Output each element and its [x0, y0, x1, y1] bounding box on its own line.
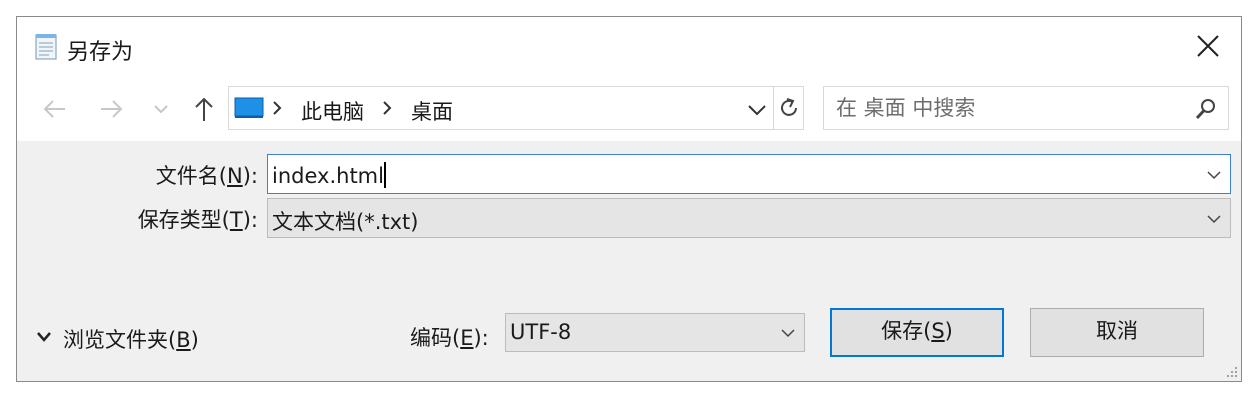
filetype-value: 文本文档(*.txt) — [272, 210, 419, 234]
chevron-right-icon[interactable] — [379, 99, 395, 117]
breadcrumb-this-pc[interactable]: 此电脑 — [301, 96, 364, 126]
encoding-value: UTF-8 — [510, 320, 572, 344]
arrow-right-icon[interactable] — [97, 95, 127, 123]
filename-value[interactable]: index.html — [272, 162, 386, 188]
title-bar: 另存为 — [17, 17, 1241, 77]
refresh-button[interactable] — [773, 87, 804, 129]
computer-icon — [234, 97, 264, 118]
arrow-left-icon[interactable] — [39, 95, 69, 123]
search-icon[interactable] — [1194, 97, 1218, 121]
chevron-down-icon[interactable] — [149, 95, 173, 123]
close-icon[interactable] — [1193, 31, 1223, 61]
encoding-label: 编码(E): — [410, 326, 489, 350]
search-box[interactable] — [823, 86, 1229, 130]
address-bar[interactable]: 此电脑 桌面 — [228, 86, 804, 130]
filename-label: 文件名(N): — [155, 164, 258, 188]
save-button[interactable]: 保存(S) — [830, 308, 1004, 357]
browse-folders-label: 浏览文件夹(B) — [63, 328, 199, 352]
chevron-down-icon[interactable] — [780, 327, 796, 339]
chevron-right-icon[interactable] — [269, 99, 285, 117]
text-cursor — [383, 162, 386, 188]
resize-grip-icon[interactable] — [1223, 363, 1239, 379]
filetype-select[interactable]: 文本文档(*.txt) — [267, 198, 1231, 238]
navigation-bar: 此电脑 桌面 — [17, 77, 1241, 141]
chevron-down-icon[interactable] — [745, 99, 769, 119]
encoding-select[interactable]: UTF-8 — [505, 313, 805, 352]
arrow-up-icon[interactable] — [189, 95, 219, 123]
chevron-down-icon — [37, 332, 51, 342]
refresh-icon — [781, 98, 797, 116]
search-input[interactable] — [824, 87, 1184, 129]
filename-field[interactable]: index.html — [267, 154, 1231, 194]
window-title: 另存为 — [67, 40, 134, 65]
chevron-down-icon[interactable] — [1206, 213, 1222, 225]
save-as-dialog: 另存为 此电脑 桌面 在 桌面 中搜索 文件名(N): index.html 保… — [16, 16, 1242, 382]
notepad-icon — [35, 34, 57, 60]
cancel-button[interactable]: 取消 — [1030, 308, 1204, 357]
breadcrumb-desktop[interactable]: 桌面 — [411, 96, 453, 126]
filetype-label: 保存类型(T): — [137, 208, 258, 232]
chevron-down-icon[interactable] — [1206, 169, 1222, 181]
